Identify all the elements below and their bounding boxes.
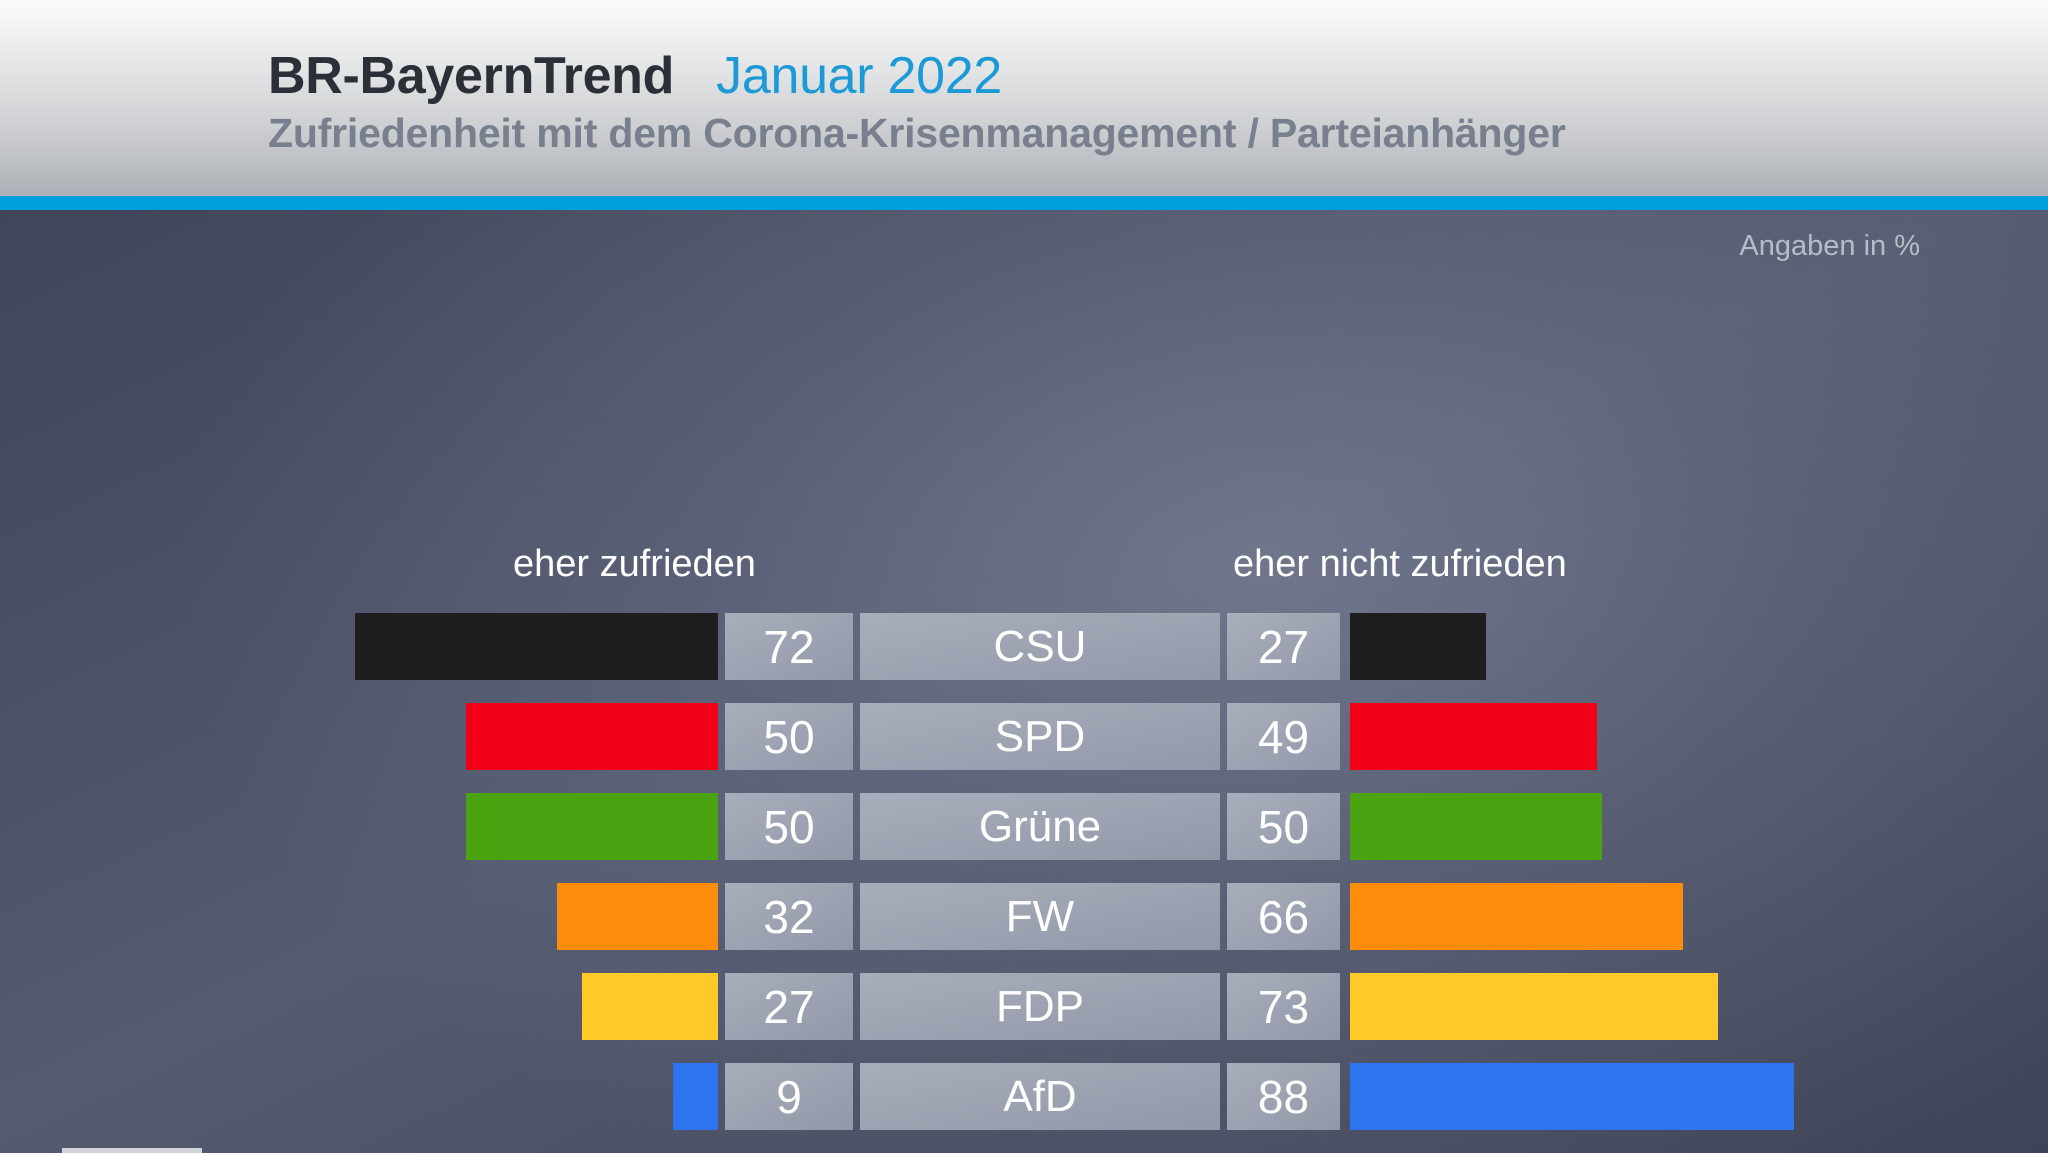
party-label: FDP [860, 973, 1220, 1040]
br24-logo: BR24 [62, 1148, 202, 1153]
chart-row: 50 SPD 49 [0, 703, 2048, 770]
chart-screenshot: BR-BayernTrend Januar 2022 Zufriedenheit… [0, 0, 2048, 1153]
value-satisfied: 32 [725, 883, 853, 950]
diverging-bar-chart: 72 CSU 27 50 SPD 49 50 Grüne 50 32 FW 66 27 FDP 73 9 AfD… [0, 613, 2048, 1153]
chart-row: 32 FW 66 [0, 883, 2048, 950]
chart-row: 27 FDP 73 [0, 973, 2048, 1040]
column-header-right: eher nicht zufrieden [1233, 543, 1567, 585]
party-label: AfD [860, 1063, 1220, 1130]
bar-satisfied [466, 793, 718, 860]
party-label: Grüne [860, 793, 1220, 860]
units-note: Angaben in % [1739, 230, 1920, 262]
bar-dissatisfied [1350, 793, 1602, 860]
bar-dissatisfied [1350, 973, 1718, 1040]
bar-satisfied [355, 613, 718, 680]
value-satisfied: 27 [725, 973, 853, 1040]
value-satisfied: 72 [725, 613, 853, 680]
bar-dissatisfied [1350, 883, 1683, 950]
chart-row: 72 CSU 27 [0, 613, 2048, 680]
column-header-left: eher zufrieden [513, 543, 756, 585]
party-label: SPD [860, 703, 1220, 770]
bar-satisfied [581, 973, 718, 1040]
chart-row: 9 AfD 88 [0, 1063, 2048, 1130]
bar-satisfied [672, 1063, 718, 1130]
chart-row: 50 Grüne 50 [0, 793, 2048, 860]
bar-dissatisfied [1350, 703, 1597, 770]
value-dissatisfied: 66 [1227, 883, 1340, 950]
value-satisfied: 50 [725, 793, 853, 860]
bar-dissatisfied [1350, 1063, 1794, 1130]
accent-divider [0, 196, 2048, 210]
subtitle: Zufriedenheit mit dem Corona-Krisenmanag… [268, 110, 1566, 156]
bar-satisfied [466, 703, 718, 770]
value-satisfied: 9 [725, 1063, 853, 1130]
chart-body: Angaben in % eher zufrieden eher nicht z… [0, 210, 2048, 1153]
value-satisfied: 50 [725, 703, 853, 770]
bar-satisfied [556, 883, 718, 950]
value-dissatisfied: 27 [1227, 613, 1340, 680]
party-label: FW [860, 883, 1220, 950]
bar-dissatisfied [1350, 613, 1487, 680]
value-dissatisfied: 49 [1227, 703, 1340, 770]
header-banner: BR-BayernTrend Januar 2022 Zufriedenheit… [0, 0, 2048, 196]
title-row: BR-BayernTrend Januar 2022 [268, 46, 1002, 106]
value-dissatisfied: 88 [1227, 1063, 1340, 1130]
party-label: CSU [860, 613, 1220, 680]
value-dissatisfied: 73 [1227, 973, 1340, 1040]
edition-label: Januar 2022 [716, 47, 1002, 105]
brand-title: BR-BayernTrend [268, 47, 675, 105]
value-dissatisfied: 50 [1227, 793, 1340, 860]
